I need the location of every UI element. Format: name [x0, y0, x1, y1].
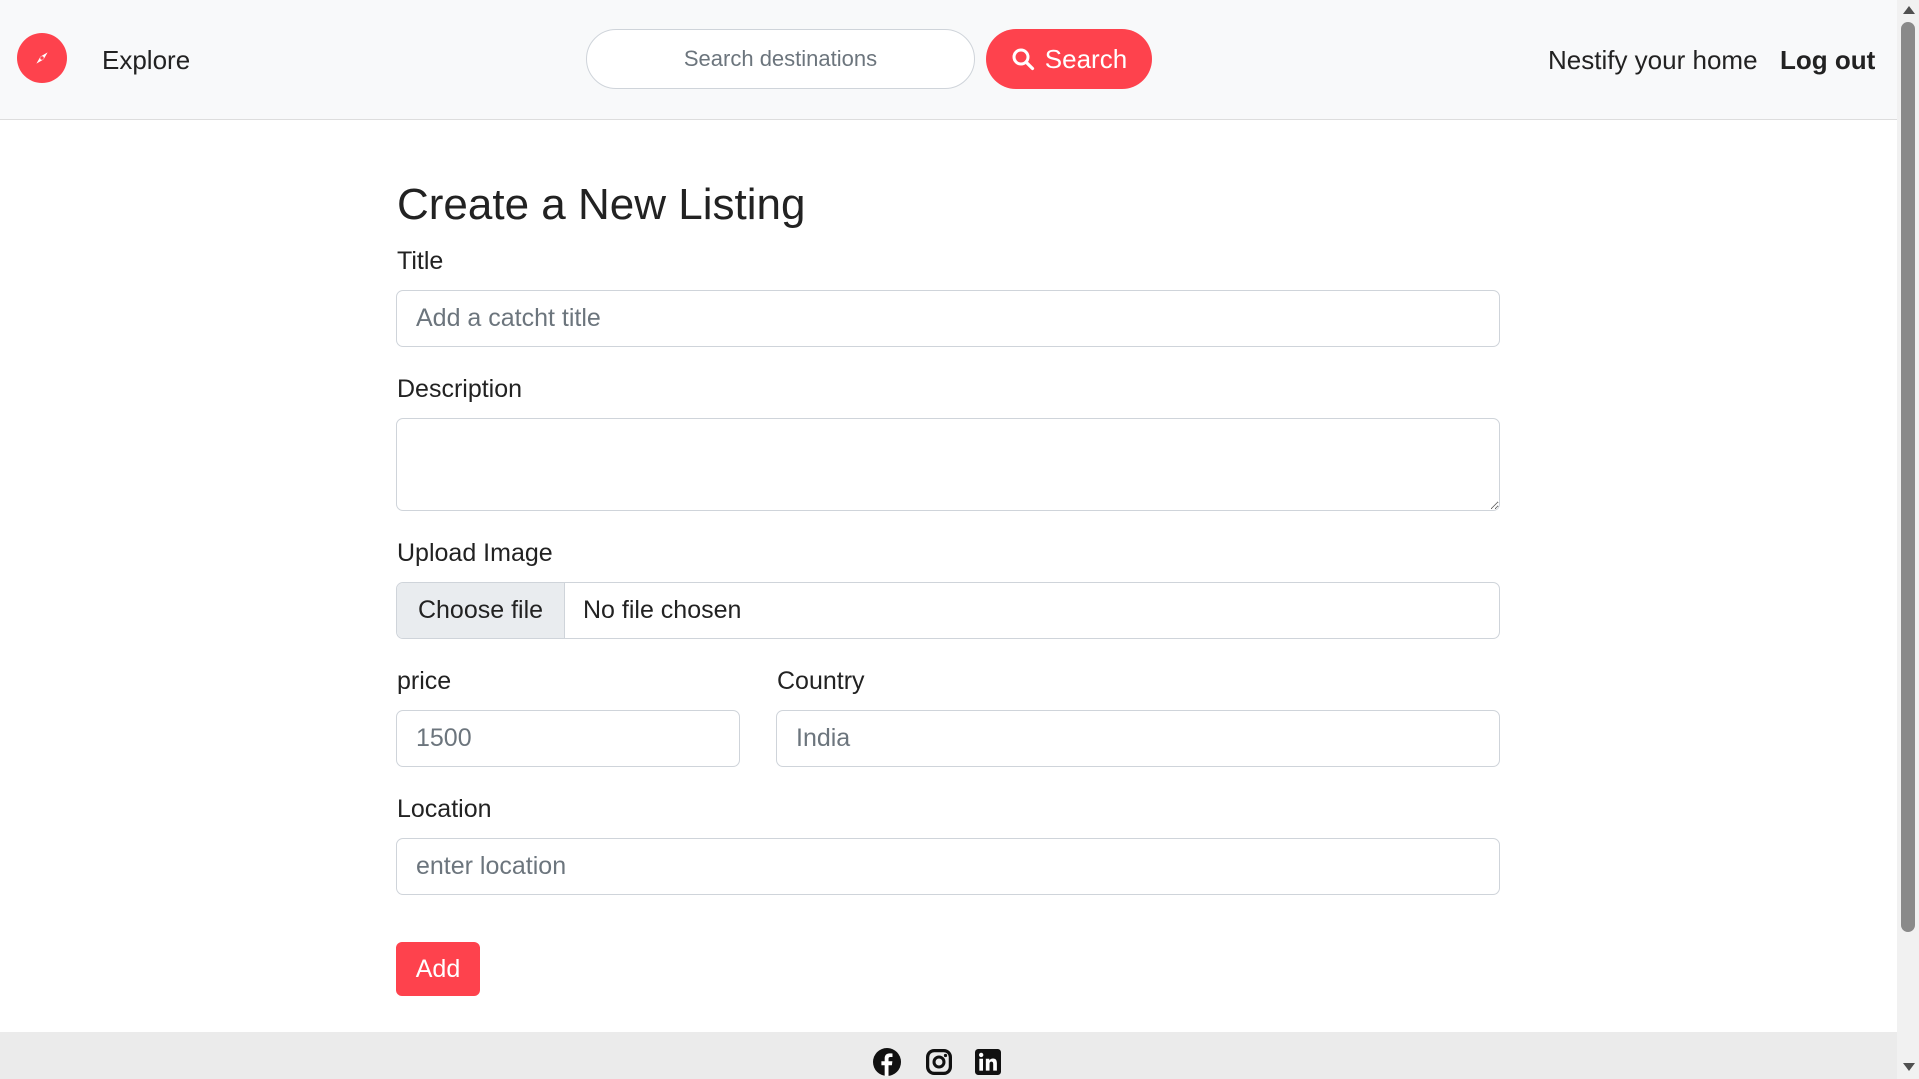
description-textarea[interactable] [396, 418, 1500, 511]
nav-logout-link[interactable]: Log out [1780, 45, 1875, 76]
facebook-icon [873, 1048, 901, 1076]
search-button[interactable]: Search [986, 29, 1152, 89]
add-button[interactable]: Add [396, 942, 480, 996]
nav-nestify-link[interactable]: Nestify your home [1548, 45, 1758, 76]
file-input[interactable]: Choose file No file chosen [396, 582, 1500, 639]
title-label: Title [397, 247, 444, 275]
choose-file-button[interactable]: Choose file [397, 583, 565, 638]
location-input[interactable] [396, 838, 1500, 895]
search-icon [1012, 48, 1034, 71]
upload-image-label: Upload Image [397, 539, 553, 567]
linkedin-icon [975, 1049, 1001, 1075]
instagram-link[interactable] [925, 1048, 953, 1076]
title-input[interactable] [396, 290, 1500, 347]
scroll-up-icon[interactable] [1903, 6, 1915, 14]
description-label: Description [397, 375, 523, 403]
price-label: price [397, 667, 452, 695]
facebook-link[interactable] [873, 1048, 901, 1076]
page-title: Create a New Listing [397, 180, 806, 229]
navbar: Explore Search Nestify your home Log out [0, 0, 1897, 120]
nav-explore-link[interactable]: Explore [102, 45, 190, 76]
scroll-down-icon[interactable] [1903, 1063, 1915, 1071]
instagram-icon [926, 1049, 952, 1075]
country-input[interactable] [776, 710, 1500, 767]
price-input[interactable] [396, 710, 740, 767]
search-button-label: Search [1044, 43, 1128, 74]
country-label: Country [777, 667, 865, 695]
search-input[interactable] [586, 29, 975, 89]
brand-logo[interactable] [17, 33, 67, 83]
file-status-text: No file chosen [583, 596, 742, 624]
compass-icon [36, 52, 48, 64]
linkedin-link[interactable] [974, 1048, 1002, 1076]
scrollbar-thumb[interactable] [1901, 22, 1915, 932]
location-label: Location [397, 795, 492, 823]
